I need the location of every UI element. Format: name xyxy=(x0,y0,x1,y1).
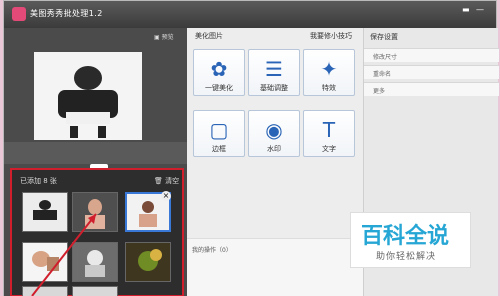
preview-photo xyxy=(34,52,142,140)
divider-bar xyxy=(4,142,187,164)
preview-button[interactable]: ▣ 预览 xyxy=(154,32,174,41)
tool-label: 边框 xyxy=(212,145,226,153)
watermark-main: 百科全说 xyxy=(361,224,450,249)
more-label: 更多 xyxy=(373,88,386,95)
beautify-title: 美化图片 xyxy=(195,32,223,40)
watermark-icon: ◉ xyxy=(265,118,283,142)
screenshot-background: 美图秀秀批处理1.2 ▬ — ▣ 预览 已添加 8 张 🗑 清空 × 美化图片 … xyxy=(0,0,500,296)
operations-panel: 我的操作（0） xyxy=(187,238,363,296)
tool-label: 水印 xyxy=(267,145,281,153)
thumbnail-photo-4 xyxy=(23,243,67,281)
rename-label: 重命名 xyxy=(373,71,392,78)
clear-label: 清空 xyxy=(165,177,180,185)
tool-label: 基础调整 xyxy=(260,84,288,92)
thumbnail-photo-2 xyxy=(73,193,117,231)
more-button[interactable]: 更多 xyxy=(364,82,499,96)
effects-button[interactable]: ✦ 特效 xyxy=(303,49,355,96)
app-icon xyxy=(12,7,26,21)
rename-button[interactable]: 重命名 xyxy=(364,65,499,79)
text-button[interactable]: T 文字 xyxy=(303,110,355,157)
tool-label: 文字 xyxy=(322,145,336,153)
frame-icon: ▢ xyxy=(209,118,229,142)
tool-label: 一键美化 xyxy=(205,84,233,92)
thumbnail-image-6[interactable] xyxy=(125,242,171,282)
window-title: 美图秀秀批处理1.2 xyxy=(30,9,103,18)
thumbnail-image-1[interactable] xyxy=(22,192,68,232)
thumbnail-image-2[interactable] xyxy=(72,192,118,232)
one-click-beautify-button[interactable]: ✿ 一键美化 xyxy=(193,49,245,96)
thumbnail-image-5[interactable] xyxy=(72,242,118,282)
thumbnail-image-3-selected[interactable]: × xyxy=(125,191,171,232)
watermark-button[interactable]: ◉ 水印 xyxy=(248,110,300,157)
basic-adjust-button[interactable]: ☰ 基础调整 xyxy=(248,49,300,96)
beautify-header: 美化图片 我要修小技巧 xyxy=(187,28,363,42)
main-editor-panel: 美化图片 我要修小技巧 ✿ 一键美化 ☰ 基础调整 ✦ 特效 ▢ 边框 ◉ 水印 xyxy=(187,28,363,296)
save-settings-title: 保存设置 xyxy=(370,33,398,41)
preview-label: 预览 xyxy=(161,34,174,41)
application-window: 美图秀秀批处理1.2 ▬ — ▣ 预览 已添加 8 张 🗑 清空 × 美化图片 … xyxy=(3,0,499,296)
trash-icon: 🗑 xyxy=(154,177,163,185)
resize-button[interactable]: 修改尺寸 xyxy=(364,48,499,62)
resize-label: 修改尺寸 xyxy=(373,54,398,61)
thumbnail-photo-6 xyxy=(126,243,170,281)
tool-label: 特效 xyxy=(322,84,336,92)
flower-icon: ✿ xyxy=(210,57,228,81)
window-control-icon[interactable]: ▬ xyxy=(462,5,472,15)
frame-button[interactable]: ▢ 边框 xyxy=(193,110,245,157)
minimize-icon[interactable]: — xyxy=(476,5,486,15)
watermark-sub: 助你轻松解决 xyxy=(376,252,437,262)
thumbnail-image-4[interactable] xyxy=(22,242,68,282)
left-panel: ▣ 预览 已添加 8 张 🗑 清空 × xyxy=(4,28,187,296)
help-link[interactable]: 我要修小技巧 xyxy=(310,31,352,41)
text-icon: T xyxy=(322,118,336,142)
added-count: 已添加 8 张 xyxy=(20,177,57,185)
thumbnails-panel: 已添加 8 张 🗑 清空 × xyxy=(10,168,184,296)
thumbnail-image-8[interactable] xyxy=(72,286,118,296)
clear-button[interactable]: 🗑 清空 xyxy=(154,176,179,186)
watermark-overlay: 百科全说 助你轻松解决 xyxy=(350,212,471,268)
operations-title: 我的操作（0） xyxy=(192,247,232,254)
thumbnail-image-7[interactable] xyxy=(22,286,68,296)
magic-wand-icon: ✦ xyxy=(320,57,338,81)
title-bar: 美图秀秀批处理1.2 ▬ — xyxy=(4,1,496,28)
remove-thumbnail-icon[interactable]: × xyxy=(161,191,171,201)
thumbnail-photo-5 xyxy=(73,243,117,281)
thumbnail-photo-1 xyxy=(23,193,67,231)
sliders-icon: ☰ xyxy=(265,57,283,81)
preview-image xyxy=(34,52,142,140)
preview-icon: ▣ xyxy=(154,34,160,41)
